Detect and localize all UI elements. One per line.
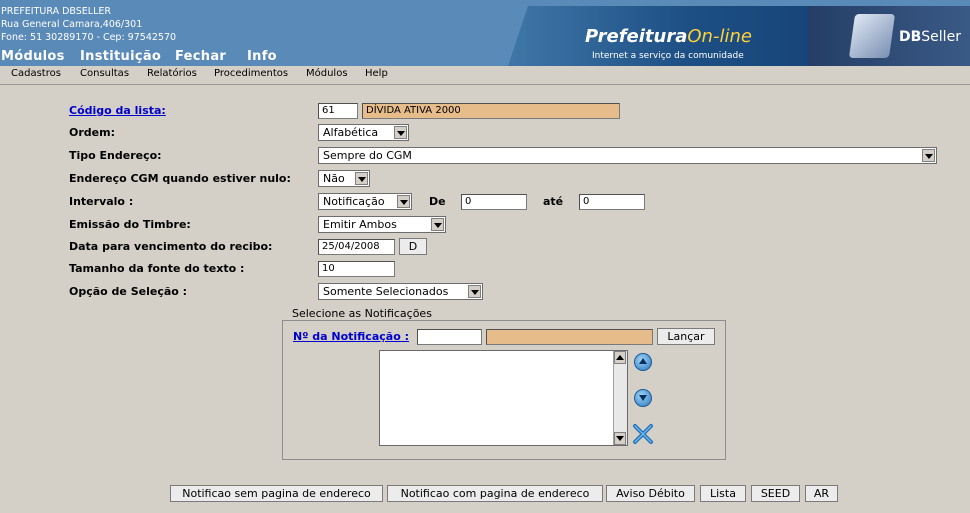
tamanho-fonte-label: Tamanho da fonte do texto : (69, 262, 245, 275)
codigo-lista-description: DÍVIDA ATIVA 2000 (362, 103, 620, 119)
scroll-up-icon[interactable] (614, 351, 626, 364)
notificacao-description (486, 329, 653, 345)
dbseller-mark-icon (848, 14, 896, 58)
lancar-button[interactable]: Lançar (657, 328, 715, 345)
tipo-endereco-label: Tipo Endereço: (69, 149, 162, 162)
submenu-modulos[interactable]: Módulos (306, 68, 348, 79)
lista-button[interactable]: Lista (700, 485, 746, 502)
endereco-cgm-nulo-select[interactable]: Não (318, 170, 370, 187)
date-picker-button[interactable]: D (399, 238, 427, 255)
move-up-icon[interactable] (634, 353, 652, 371)
notificacao-link[interactable]: Nº da Notificação : (293, 330, 409, 343)
banner-slash (508, 6, 528, 66)
chevron-down-icon (397, 195, 410, 208)
opcao-selecao-label: Opção de Seleção : (69, 285, 188, 298)
codigo-lista-link[interactable]: Código da lista: (69, 104, 166, 117)
intervalo-de-input[interactable]: 0 (461, 194, 527, 210)
submenu-consultas[interactable]: Consultas (80, 68, 129, 79)
ordem-select[interactable]: Alfabética (318, 124, 409, 141)
chevron-down-icon (468, 285, 481, 298)
dbseller-logo: DBSeller (808, 6, 970, 66)
remove-x-icon[interactable] (632, 423, 654, 445)
submenu-relatorios[interactable]: Relatórios (147, 68, 197, 79)
brand-name: PrefeituraOn-line (585, 26, 752, 47)
notificacao-sem-endereco-button[interactable]: Notificao sem pagina de endereco (170, 485, 383, 502)
opcao-selecao-select[interactable]: Somente Selecionados (318, 283, 483, 300)
brand-tagline: Internet a serviço da comunidade (592, 51, 744, 61)
scroll-down-icon[interactable] (614, 432, 626, 445)
move-down-icon[interactable] (634, 389, 652, 407)
ate-label: até (543, 195, 564, 208)
dbseller-logo-text: DBSeller (899, 29, 961, 45)
emissao-timbre-select[interactable]: Emitir Ambos (318, 216, 446, 233)
header-banner: PREFEITURA DBSELLER Rua General Camara,4… (0, 0, 970, 66)
listbox-scrollbar[interactable] (613, 351, 627, 445)
notificacoes-listbox[interactable] (379, 350, 628, 446)
menu-instituicao[interactable]: Instituição (80, 49, 161, 64)
codigo-lista-input[interactable]: 61 (318, 103, 358, 119)
data-vencimento-label: Data para vencimento do recibo: (69, 240, 273, 253)
menu-modulos[interactable]: Módulos (1, 49, 65, 64)
prefeitura-online-logo: PrefeituraOn-line Internet a serviço da … (508, 6, 808, 66)
aviso-debito-button[interactable]: Aviso Débito (606, 485, 695, 502)
fieldset-legend: Selecione as Notificações (290, 307, 434, 320)
intervalo-ate-input[interactable]: 0 (579, 194, 645, 210)
org-name: PREFEITURA DBSELLER (1, 6, 111, 17)
chevron-down-icon (431, 218, 444, 231)
notificacao-com-endereco-button[interactable]: Notificao com pagina de endereco (387, 485, 603, 502)
chevron-down-icon (922, 149, 935, 162)
seed-button[interactable]: SEED (751, 485, 800, 502)
submenu-help[interactable]: Help (365, 68, 388, 79)
data-vencimento-input[interactable]: 25/04/2008 (318, 239, 395, 255)
chevron-down-icon (394, 126, 407, 139)
emissao-timbre-label: Emissão do Timbre: (69, 218, 191, 231)
intervalo-select[interactable]: Notificação (318, 193, 412, 210)
tamanho-fonte-input[interactable]: 10 (318, 261, 395, 277)
submenu-bar: Cadastros Consultas Relatórios Procedime… (0, 66, 970, 85)
org-phone: Fone: 51 30289170 - Cep: 97542570 (1, 32, 177, 43)
ordem-label: Ordem: (69, 126, 115, 139)
menu-info[interactable]: Info (247, 49, 277, 64)
tipo-endereco-select[interactable]: Sempre do CGM (318, 147, 937, 164)
submenu-cadastros[interactable]: Cadastros (11, 68, 61, 79)
de-label: De (429, 195, 446, 208)
org-address: Rua General Camara,406/301 (1, 19, 143, 30)
notificacao-input[interactable] (417, 329, 482, 345)
submenu-procedimentos[interactable]: Procedimentos (214, 68, 288, 79)
endereco-cgm-nulo-label: Endereço CGM quando estiver nulo: (69, 172, 291, 185)
chevron-down-icon (355, 172, 368, 185)
menu-fechar[interactable]: Fechar (175, 49, 226, 64)
ar-button[interactable]: AR (805, 485, 838, 502)
intervalo-label: Intervalo : (69, 195, 134, 208)
